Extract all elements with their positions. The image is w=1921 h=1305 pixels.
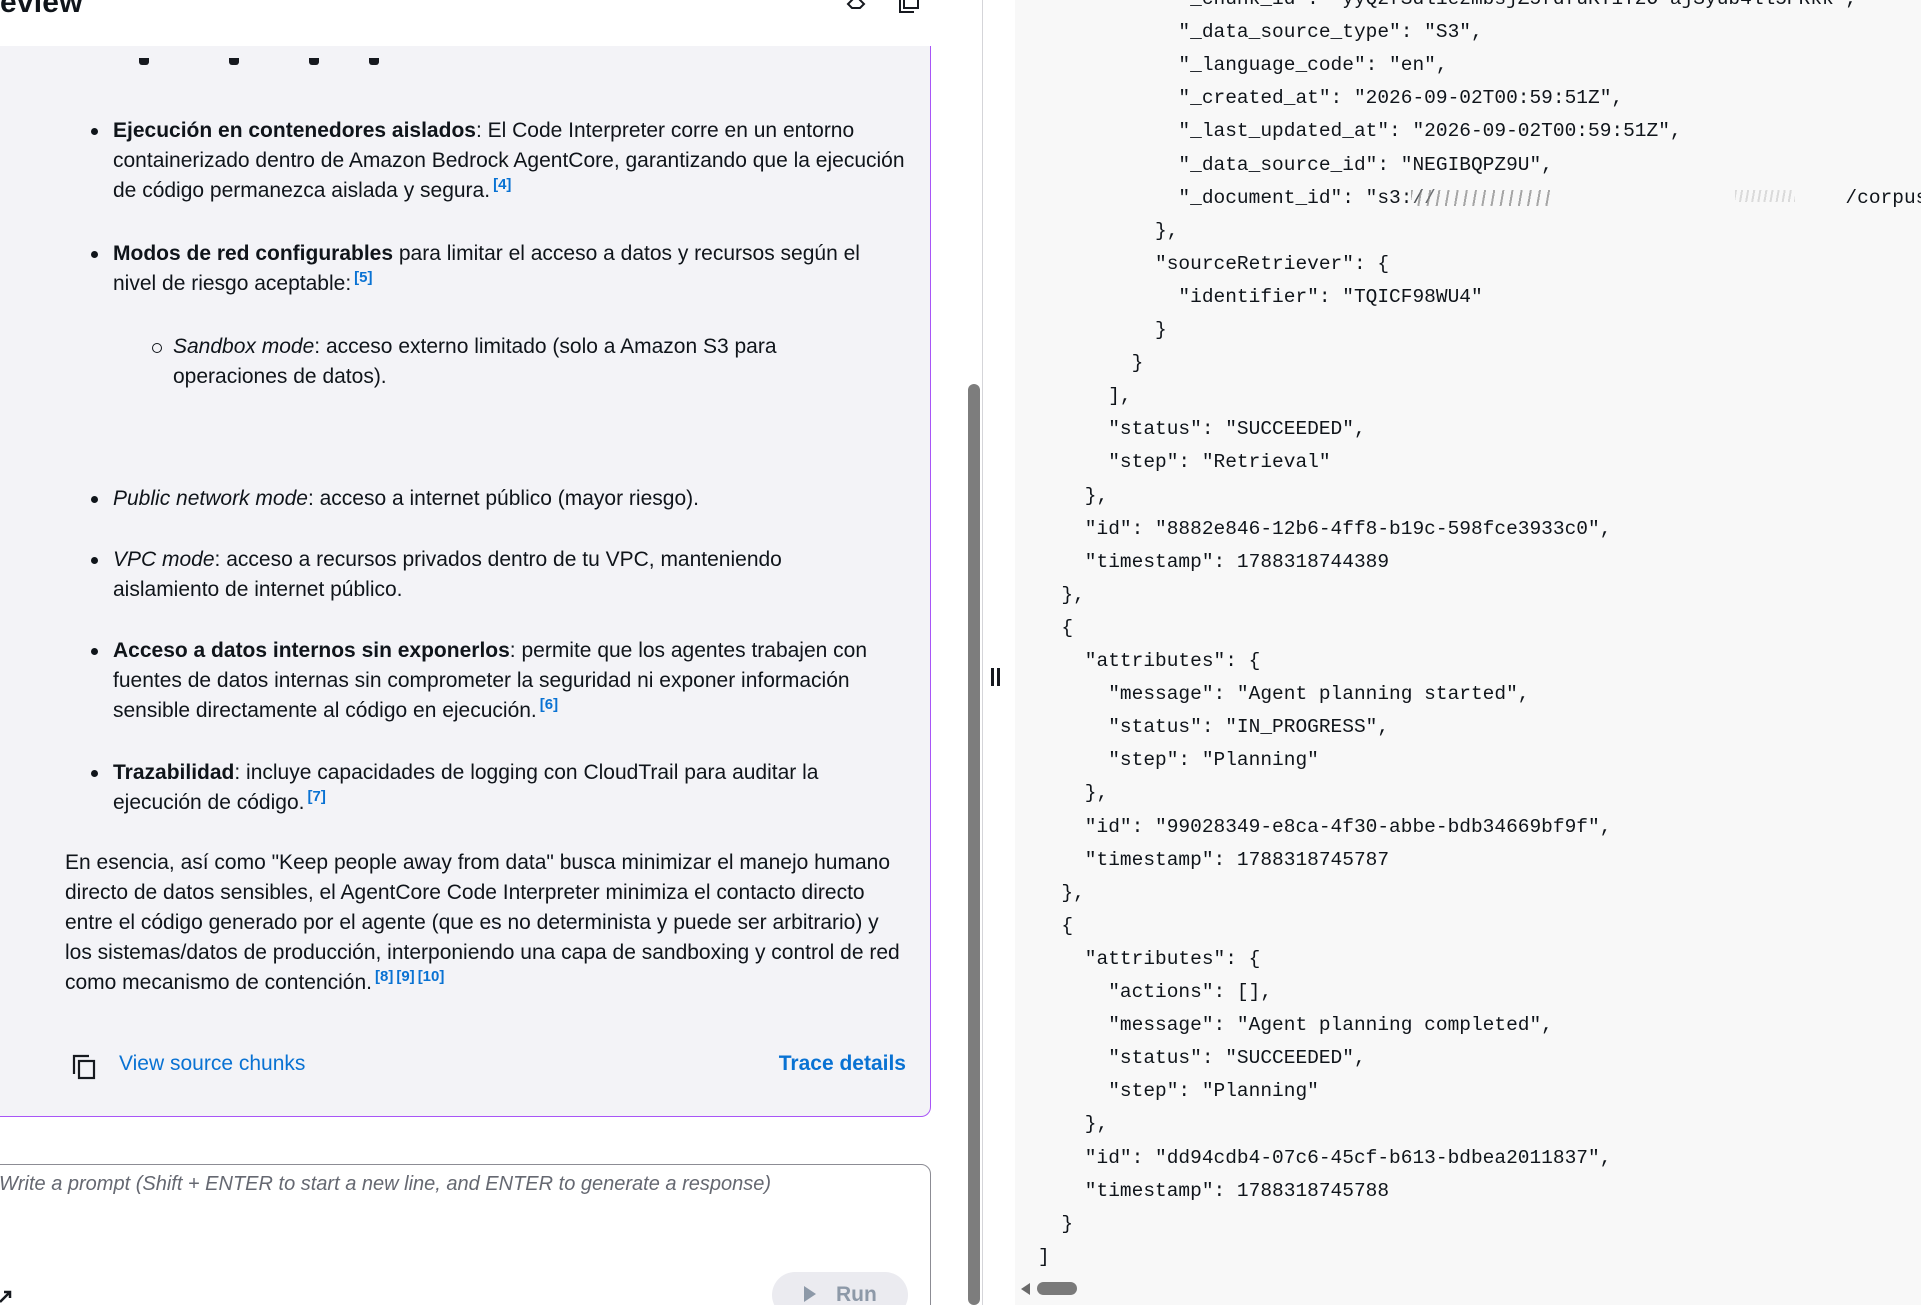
- split-divider: [982, 0, 983, 1305]
- code-line: }: [1038, 352, 1144, 375]
- horizontal-scrollbar[interactable]: [1015, 1276, 1921, 1305]
- trace-json-panel: "_chunk_id": "yyQ2fSdl1ezmbsjZ5fdfuKT1T2…: [1015, 0, 1921, 1305]
- code-line: },: [1038, 1113, 1109, 1136]
- code-line: "attributes": {: [1038, 947, 1261, 970]
- redaction-mask: [1411, 190, 1551, 206]
- sub-list-item: Sandbox mode: acceso externo limitado (s…: [152, 332, 786, 392]
- response-card: Ejecución en contenedores aislados: El C…: [0, 46, 931, 1117]
- list-item: Acceso a datos internos sin exponerlos: …: [91, 636, 906, 726]
- panel-header: eview: [0, 0, 960, 46]
- citation-link[interactable]: [5]: [354, 269, 372, 286]
- play-icon: [804, 1286, 816, 1302]
- code-line: "step": "Planning": [1038, 1080, 1319, 1103]
- prompt-container: Run: [0, 1164, 931, 1305]
- resize-icon[interactable]: [0, 1290, 12, 1304]
- citation-link[interactable]: [7]: [307, 788, 325, 805]
- list-item: Trazabilidad: incluye capacidades de log…: [91, 758, 866, 818]
- view-source-chunks-link[interactable]: View source chunks: [119, 1052, 305, 1076]
- code-line: "identifier": "TQICF98WU4": [1038, 285, 1483, 308]
- clipped-heading-fragment: [139, 58, 439, 66]
- code-line: },: [1038, 782, 1109, 805]
- code-line: "_data_source_type": "S3",: [1038, 21, 1483, 44]
- response-footer: View source chunks Trace details: [0, 1046, 930, 1086]
- code-line: "sourceRetriever": {: [1038, 252, 1390, 275]
- code-line: "attributes": {: [1038, 650, 1261, 672]
- code-line: "actions": [],: [1038, 981, 1273, 1003]
- copy-icon[interactable]: [71, 1054, 97, 1080]
- citation-link[interactable]: [9]: [396, 968, 414, 985]
- redaction-mask: [1735, 190, 1795, 202]
- panel-title: eview: [0, 0, 83, 19]
- code-line: "step": "Planning": [1038, 749, 1319, 772]
- code-line: }: [1038, 1212, 1074, 1235]
- list-item: Ejecución en contenedores aislados: El C…: [91, 116, 906, 206]
- summary-paragraph: En esencia, así como "Keep people away f…: [65, 851, 900, 994]
- code-line: "id": "dd94cdb4-07c6-45cf-b613-bdbea2011…: [1038, 1146, 1612, 1169]
- code-line: {: [1038, 914, 1074, 937]
- code-line: "_chunk_id": "yyQ2fSdl1ezmbsjZ5fdfuKT1T2…: [1038, 0, 1857, 16]
- chat-scrollbar-thumb[interactable]: [968, 384, 980, 1305]
- code-line: "status": "SUCCEEDED",: [1038, 418, 1366, 441]
- code-line: "timestamp": 1788318745788: [1038, 1179, 1390, 1202]
- code-line: }: [1038, 319, 1167, 341]
- code-line: "step": "Retrieval": [1038, 451, 1331, 474]
- code-line: "id": "99028349-e8ca-4f30-abbe-bdb34669b…: [1038, 815, 1612, 838]
- code-line: },: [1038, 484, 1109, 507]
- code-line: "_language_code": "en",: [1038, 54, 1448, 77]
- code-line: "_created_at": "2026-09-02T00:59:51Z",: [1038, 87, 1624, 110]
- chat-panel: eview Ejecución en contenedores aislados…: [0, 0, 960, 1305]
- run-button[interactable]: Run: [772, 1272, 908, 1305]
- code-line: "message": "Agent planning started",: [1038, 683, 1530, 706]
- list-item: Public network mode: acceso a internet p…: [91, 484, 906, 514]
- code-line: "_data_source_id": "NEGIBQPZ9U",: [1038, 153, 1553, 176]
- code-line: },: [1038, 219, 1179, 242]
- code-line: ]: [1038, 1245, 1050, 1268]
- code-line: ],: [1038, 385, 1132, 408]
- code-line: "timestamp": 1788318744389: [1038, 550, 1390, 573]
- list-item: VPC mode: acceso a recursos privados den…: [91, 545, 826, 605]
- code-line: "timestamp": 1788318745787: [1038, 848, 1390, 871]
- trace-details-link[interactable]: Trace details: [779, 1052, 906, 1076]
- list-item: Modos de red configurables para limitar …: [91, 239, 906, 299]
- code-line: {: [1038, 616, 1074, 639]
- citation-link[interactable]: [8]: [375, 968, 393, 985]
- code-line: "status": "SUCCEEDED",: [1038, 1047, 1366, 1070]
- copy-window-icon[interactable]: [896, 0, 922, 14]
- code-line: },: [1038, 583, 1085, 606]
- scroll-left-arrow-icon[interactable]: [1021, 1283, 1030, 1295]
- citation-link[interactable]: [6]: [540, 696, 558, 713]
- code-line: "message": "Agent planning completed",: [1038, 1014, 1553, 1037]
- prompt-input[interactable]: [0, 1173, 899, 1243]
- code-line: },: [1038, 881, 1085, 904]
- citation-link[interactable]: [10]: [418, 968, 445, 985]
- code-line: "id": "8882e846-12b6-4ff8-b19c-598fce393…: [1038, 517, 1612, 540]
- citation-link[interactable]: [4]: [493, 176, 511, 193]
- code-line: "_last_updated_at": "2026-09-02T00:59:51…: [1038, 120, 1682, 143]
- code-line: "status": "IN_PROGRESS",: [1038, 716, 1390, 739]
- split-resize-handle[interactable]: [991, 668, 1003, 686]
- horizontal-scrollbar-thumb[interactable]: [1037, 1282, 1077, 1295]
- clear-icon[interactable]: [844, 0, 870, 14]
